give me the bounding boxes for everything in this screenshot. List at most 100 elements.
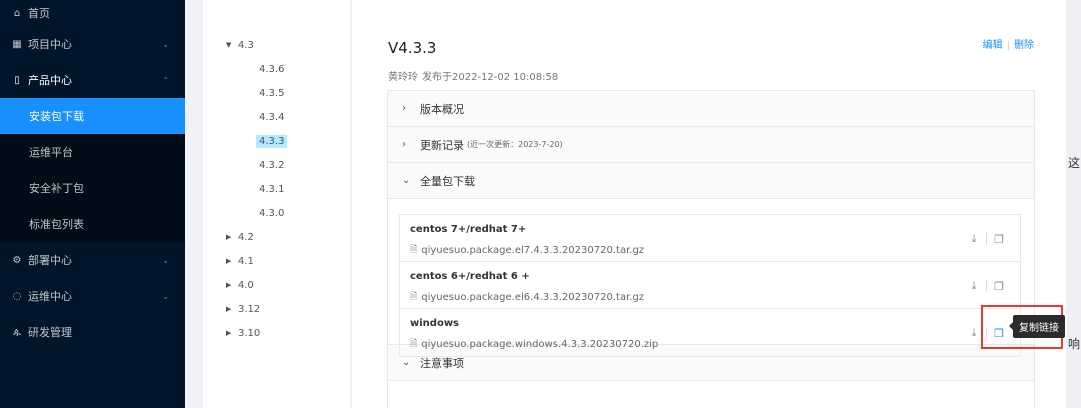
copy-link-tooltip: 复制链接 bbox=[1009, 315, 1065, 338]
divider: | bbox=[1006, 40, 1010, 51]
file-icon: 🗎 bbox=[410, 339, 418, 349]
sidebar-item-project-center[interactable]: ▦ 项目中心 ⌄ bbox=[0, 26, 185, 62]
edge-text: 这 bbox=[1068, 156, 1081, 170]
divider bbox=[986, 280, 987, 292]
grid-icon: ▦ bbox=[12, 38, 22, 50]
tree-node-label: 4.3 bbox=[238, 39, 254, 51]
tree-node-4-3-1[interactable]: 4.3.1 bbox=[203, 177, 350, 201]
sidebar-item-standard-packages[interactable]: 标准包列表 bbox=[0, 206, 185, 242]
sidebar-item-rd-mgmt[interactable]: ዹ 研发管理 bbox=[0, 314, 185, 350]
panel-body-full-download: centos 7+/redhat 7+ 🗎 qiyuesuo.package.el… bbox=[388, 199, 1034, 357]
edge-text: 响 bbox=[1068, 337, 1081, 351]
edit-link[interactable]: 编辑 bbox=[983, 40, 1003, 51]
tree-node-label: 4.3.4 bbox=[259, 111, 285, 123]
title-actions: 编辑 | 删除 bbox=[983, 36, 1034, 51]
sidebar-item-deploy-center[interactable]: ⚙ 部署中心 ⌄ bbox=[0, 242, 185, 278]
sidebar-item-label: 首页 bbox=[28, 7, 50, 20]
package-actions: ⤓ ❐ bbox=[968, 279, 1005, 293]
caret-right-icon: ▶ bbox=[226, 281, 232, 289]
tree-node-3-12[interactable]: ▶ 3.12 bbox=[203, 297, 350, 321]
package-name: centos 7+/redhat 7+ bbox=[410, 224, 527, 235]
chevron-down-icon: ⌄ bbox=[162, 255, 169, 265]
sidebar-item-label: 部署中心 bbox=[28, 254, 72, 267]
tree-node-label: 4.2 bbox=[238, 231, 254, 243]
caret-right-icon: ▶ bbox=[226, 257, 232, 265]
shield-icon: ◌ bbox=[12, 290, 22, 302]
publish-info: 黄玲玲 发布于2022-12-02 10:08:58 bbox=[388, 68, 558, 83]
version-detail: V4.3.3 黄玲玲 发布于2022-12-02 10:08:58 编辑 | 删除 ›… bbox=[352, 0, 1066, 408]
sidebar-item-ops-platform[interactable]: 运维平台 bbox=[0, 134, 185, 170]
download-icon[interactable]: ⤓ bbox=[968, 326, 980, 340]
package-list: centos 7+/redhat 7+ 🗎 qiyuesuo.package.el… bbox=[399, 214, 1021, 357]
package-row: centos 7+/redhat 7+ 🗎 qiyuesuo.package.el… bbox=[400, 215, 1020, 262]
chevron-down-icon: ⌄ bbox=[162, 39, 169, 49]
caret-right-icon: ▶ bbox=[226, 233, 232, 241]
sidebar: ⌂ 首页 ▦ 项目中心 ⌄ ▯ 产品中心 ⌃ 安装包下载 运维平台 安全补丁包 … bbox=[0, 0, 185, 408]
sidebar-item-product-center[interactable]: ▯ 产品中心 ⌃ bbox=[0, 62, 185, 98]
caret-right-icon: ▶ bbox=[226, 329, 232, 337]
home-icon: ⌂ bbox=[13, 7, 21, 19]
chevron-down-icon: ⌄ bbox=[162, 291, 169, 301]
package-actions: ⤓ ❐ bbox=[968, 232, 1005, 246]
sidebar-item-ops-center[interactable]: ◌ 运维中心 ⌄ bbox=[0, 278, 185, 314]
version-collapse: › 版本概况 › 更新记录 (近一次更新：2023-7-20) ⌄ 全量包下载 … bbox=[387, 90, 1035, 408]
tree-node-4-2[interactable]: ▶ 4.2 bbox=[203, 225, 350, 249]
download-icon[interactable]: ⤓ bbox=[968, 279, 980, 293]
file-icon: 🗎 bbox=[410, 292, 418, 302]
tree-node-label: 4.3.2 bbox=[259, 159, 285, 171]
panel-header-full-download[interactable]: ⌄ 全量包下载 bbox=[388, 163, 1034, 199]
tree-node-label: 3.12 bbox=[238, 303, 261, 315]
tree-node-label: 4.3.6 bbox=[259, 63, 285, 75]
download-icon[interactable]: ⤓ bbox=[968, 232, 980, 246]
sidebar-item-label: 运维平台 bbox=[29, 146, 73, 159]
panel-header-changelog[interactable]: › 更新记录 (近一次更新：2023-7-20) bbox=[388, 127, 1034, 163]
package-file-name: qiyuesuo.package.windows.4.3.3.20230720.… bbox=[421, 338, 659, 350]
file-icon: 🗎 bbox=[410, 245, 418, 255]
tree-node-4-3-2[interactable]: 4.3.2 bbox=[203, 153, 350, 177]
users-icon: ዹ bbox=[13, 326, 21, 338]
sidebar-item-label: 项目中心 bbox=[28, 38, 72, 51]
package-file: 🗎 qiyuesuo.package.el6.4.3.3.20230720.tar… bbox=[410, 289, 644, 305]
tree-node-4-1[interactable]: ▶ 4.1 bbox=[203, 249, 350, 273]
panel-note: (近一次更新：2023-7-20) bbox=[467, 140, 563, 149]
author-name: 黄玲玲 bbox=[388, 72, 418, 83]
tree-node-label: 4.3.5 bbox=[259, 87, 285, 99]
sidebar-item-label: 运维中心 bbox=[28, 290, 72, 303]
page-title: V4.3.3 bbox=[388, 39, 437, 57]
version-tree: ▼ 4.3 4.3.6 4.3.5 4.3.4 4.3.3 4.3.2 4.3.… bbox=[203, 0, 351, 408]
sidebar-item-home[interactable]: ⌂ 首页 bbox=[0, 0, 185, 26]
tree-node-4-3-0[interactable]: 4.3.0 bbox=[203, 201, 350, 225]
caret-right-icon: ▶ bbox=[226, 305, 232, 313]
sidebar-item-label: 安全补丁包 bbox=[29, 182, 84, 195]
gear-icon: ⚙ bbox=[12, 254, 22, 266]
tree-node-4-3-5[interactable]: 4.3.5 bbox=[203, 81, 350, 105]
panel-header-overview[interactable]: › 版本概况 bbox=[388, 91, 1034, 127]
tree-node-label: 4.1 bbox=[238, 255, 254, 267]
publish-time: 发布于2022-12-02 10:08:58 bbox=[422, 72, 559, 83]
chevron-right-icon: › bbox=[402, 103, 406, 114]
chevron-down-icon: ⌄ bbox=[402, 175, 411, 186]
sidebar-item-package-download[interactable]: 安装包下载 bbox=[0, 98, 185, 134]
divider bbox=[986, 233, 987, 245]
tree-node-4-3[interactable]: ▼ 4.3 bbox=[203, 33, 350, 57]
chevron-right-icon: › bbox=[402, 139, 406, 150]
panel-title: 版本概况 bbox=[420, 102, 464, 116]
sidebar-item-label: 产品中心 bbox=[28, 74, 72, 87]
tree-node-4-0[interactable]: ▶ 4.0 bbox=[203, 273, 350, 297]
package-name: windows bbox=[410, 318, 460, 329]
sidebar-item-label: 研发管理 bbox=[28, 326, 72, 339]
tree-node-label: 4.0 bbox=[238, 279, 254, 291]
copy-icon[interactable]: ❐ bbox=[993, 280, 1005, 293]
tree-node-4-3-6[interactable]: 4.3.6 bbox=[203, 57, 350, 81]
sidebar-item-security-patch[interactable]: 安全补丁包 bbox=[0, 170, 185, 206]
chevron-up-icon: ⌃ bbox=[162, 75, 169, 85]
caret-down-icon: ▼ bbox=[226, 41, 232, 49]
delete-link[interactable]: 删除 bbox=[1014, 40, 1034, 51]
panel-title: 更新记录 bbox=[420, 138, 464, 152]
tree-node-3-10[interactable]: ▶ 3.10 bbox=[203, 321, 350, 345]
package-row: windows 🗎 qiyuesuo.package.windows.4.3.3.… bbox=[400, 309, 1020, 356]
tree-node-4-3-3[interactable]: 4.3.3 bbox=[203, 129, 350, 153]
tree-node-label: 4.3.1 bbox=[259, 183, 285, 195]
copy-icon[interactable]: ❐ bbox=[993, 233, 1005, 246]
tree-node-4-3-4[interactable]: 4.3.4 bbox=[203, 105, 350, 129]
